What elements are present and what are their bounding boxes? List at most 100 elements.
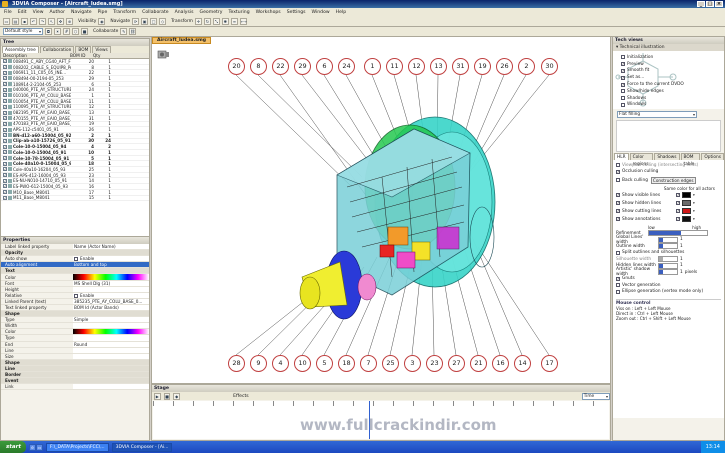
callout-bubble[interactable]: 14 (514, 355, 531, 372)
width-slider[interactable] (658, 236, 678, 243)
visibility-check[interactable]: ✓ (3, 65, 7, 70)
label-linked-combo[interactable]: Name (Actor Name) (73, 244, 149, 250)
zoom-icon[interactable]: ⊕ (66, 17, 73, 25)
preset-check[interactable] (621, 96, 625, 101)
render-option-check[interactable] (616, 289, 620, 294)
preset-check[interactable]: ✓ (621, 62, 625, 67)
visibility-check[interactable]: ✓ (3, 110, 7, 115)
callout-bubble[interactable]: 24 (338, 58, 355, 75)
property-value[interactable] (73, 335, 149, 341)
width-value[interactable]: 1 (680, 237, 683, 242)
preset-item[interactable]: ✓ Smooth fit (621, 68, 684, 75)
edge-color-swatch[interactable] (682, 200, 691, 206)
orbit-icon[interactable]: ⟳ (132, 17, 140, 25)
comment-icon[interactable]: ✎ (120, 28, 128, 35)
hidden-lines-slider[interactable] (658, 262, 678, 269)
hlr-check[interactable]: ✓ (616, 169, 620, 174)
hlr-check[interactable] (616, 163, 620, 168)
new-icon[interactable]: ▭ (3, 17, 10, 25)
preset-item[interactable]: Shadows (621, 95, 684, 102)
menu-author[interactable]: Author (50, 10, 65, 15)
dropdown-arrow-icon[interactable]: ▾ (693, 201, 695, 205)
property-row[interactable]: Link (1, 384, 149, 391)
refinement-slider[interactable] (648, 230, 708, 237)
callout-bubble[interactable]: 8 (250, 58, 267, 75)
callout-bubble[interactable]: 13 (430, 58, 447, 75)
menu-window[interactable]: Window (312, 10, 330, 15)
visibility-check[interactable]: ✓ (3, 127, 7, 132)
measure-icon[interactable]: ⟷ (239, 17, 247, 25)
navigate-label[interactable]: Navigate (110, 19, 130, 24)
visibility-check[interactable]: ✓ (3, 70, 7, 75)
close-button[interactable]: × (715, 1, 723, 7)
col-bom-id[interactable]: BOM ID (70, 53, 93, 58)
viewport[interactable]: Aircraft_Iudea.smg 2082229624111 (151, 36, 611, 384)
shaded-icon[interactable]: ■ (81, 28, 88, 35)
split-outlines-check[interactable] (616, 250, 620, 255)
visibility-check[interactable]: ✓ (3, 121, 7, 126)
same-color-check[interactable]: ✓ (676, 209, 680, 213)
callout-bubble[interactable]: 2 (518, 58, 535, 75)
preset-check[interactable]: ✓ (621, 68, 625, 73)
visibility-check[interactable]: ✓ (3, 99, 7, 104)
edge-check[interactable]: ✓ (616, 201, 620, 205)
visibility-check[interactable]: ✓ (3, 144, 7, 149)
property-value[interactable]: BOM Id (Actor Bands) (73, 304, 149, 311)
preset-item[interactable]: ✓ Preview (621, 61, 684, 68)
preset-item[interactable]: Show/hide edges (621, 88, 684, 95)
property-value[interactable] (73, 286, 149, 292)
edge-color-swatch[interactable] (682, 216, 691, 222)
pan-icon[interactable]: ✥ (57, 17, 64, 25)
tech-tab-3[interactable]: BOM table (680, 153, 701, 167)
menu-collaborate[interactable]: Collaborate (142, 10, 168, 15)
dropdown-arrow-icon[interactable]: ▾ (693, 193, 695, 197)
callout-bubble[interactable]: 4 (272, 355, 289, 372)
effects-label[interactable]: Effects (233, 394, 249, 399)
fit-icon[interactable]: ▣ (141, 17, 149, 25)
preset-check[interactable]: ✓ (621, 82, 625, 87)
maximize-button[interactable]: □ (706, 1, 714, 7)
property-value[interactable]: Round (73, 341, 149, 347)
preset-check[interactable] (621, 89, 625, 94)
visibility-label[interactable]: Visibility (78, 19, 96, 24)
menu-edit[interactable]: Edit (18, 10, 27, 15)
callout-bubble[interactable]: 3 (404, 355, 421, 372)
visibility-check[interactable]: ✓ (3, 87, 7, 92)
visibility-check[interactable]: ✓ (3, 59, 7, 64)
align-icon[interactable]: ≡ (230, 17, 238, 25)
camera-icon[interactable]: ◘ (45, 28, 52, 35)
property-value[interactable] (73, 353, 149, 359)
color-gradient[interactable] (73, 274, 149, 280)
select-icon[interactable]: ↖ (48, 17, 55, 25)
property-value[interactable]: Enable (73, 256, 149, 262)
edge-color-swatch[interactable] (682, 208, 691, 214)
menu-file[interactable]: File (4, 10, 12, 15)
callout-bubble[interactable]: 9 (250, 355, 267, 372)
visibility-check[interactable]: ✓ (3, 93, 7, 98)
same-color-check[interactable]: ✓ (676, 193, 680, 197)
property-value[interactable] (73, 323, 149, 329)
col-description[interactable]: Description (1, 53, 70, 58)
preset-check[interactable] (621, 55, 625, 60)
menu-navigate[interactable]: Navigate (71, 10, 92, 15)
width-slider[interactable] (658, 243, 678, 250)
width-value[interactable]: 1 (680, 244, 683, 249)
transform-label[interactable]: Transform (171, 19, 193, 24)
stop-icon[interactable]: ■ (163, 392, 171, 400)
visibility-check[interactable]: ✓ (3, 138, 7, 143)
callout-bubble[interactable]: 18 (338, 355, 355, 372)
construction-edges-button[interactable]: Construction edges (650, 177, 696, 184)
property-value[interactable] (73, 384, 149, 390)
preset-item[interactable]: ✓ Force to the current DVDO (621, 81, 684, 88)
render-mode-combo[interactable]: Flat filling (617, 111, 697, 118)
color-gradient[interactable] (73, 329, 149, 335)
tree-tab-1[interactable]: Collaboration (39, 46, 75, 53)
render-option-check[interactable] (616, 283, 620, 288)
property-value[interactable]: Simple (73, 317, 149, 323)
visibility-check[interactable]: ✓ (3, 82, 7, 87)
property-value[interactable]: Bottom and top (73, 262, 149, 268)
preset-item[interactable]: Windows (621, 102, 684, 109)
callout-bubble[interactable]: 11 (386, 58, 403, 75)
same-color-check[interactable]: ✓ (676, 201, 680, 205)
menu-help[interactable]: Help (336, 10, 346, 15)
